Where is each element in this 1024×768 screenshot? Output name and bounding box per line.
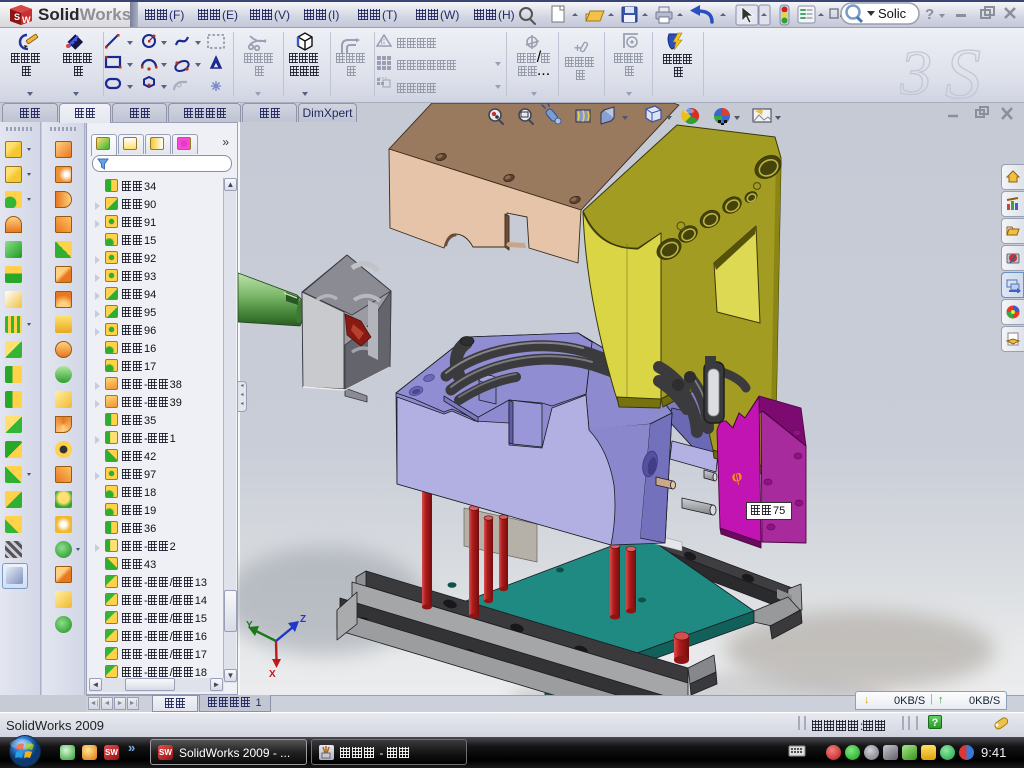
- svg-text:3: 3: [900, 37, 932, 102]
- svg-text:S: S: [945, 36, 981, 102]
- svg-text:Y: Y: [246, 620, 253, 631]
- svg-text:!: !: [381, 40, 383, 47]
- svg-text:Z: Z: [300, 614, 306, 625]
- svg-text:+: +: [574, 41, 581, 55]
- svg-text:Solic: Solic: [878, 6, 907, 21]
- svg-text:W: W: [22, 15, 31, 25]
- svg-text:?: ?: [925, 6, 934, 23]
- svg-text:X: X: [269, 669, 276, 680]
- svg-text:S: S: [14, 12, 20, 22]
